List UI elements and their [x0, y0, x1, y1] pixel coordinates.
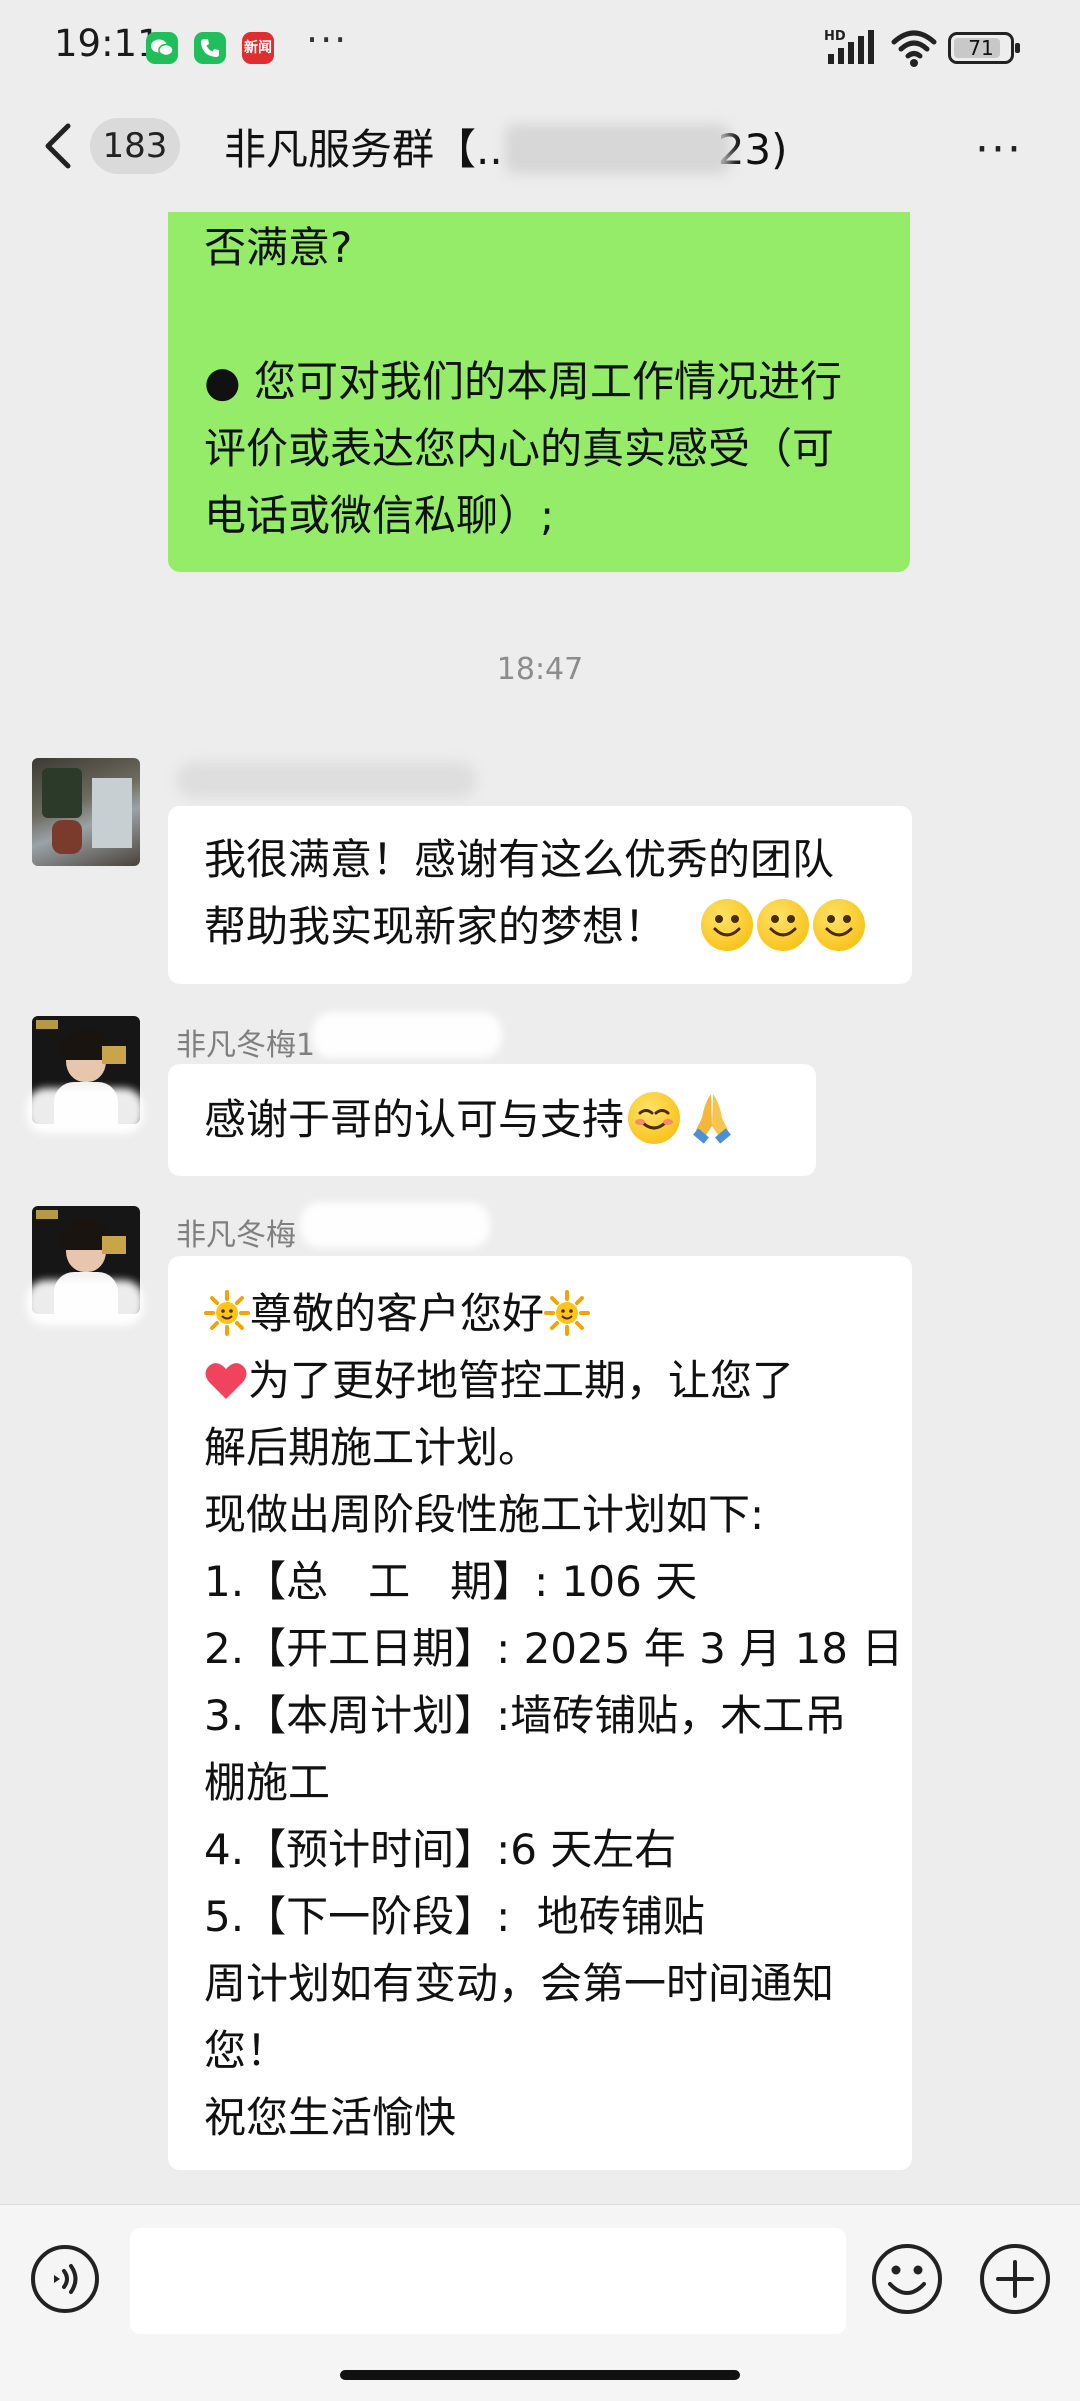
sender-name-redacted [300, 1202, 490, 1248]
message-line: 4.【预计时间】:6 天左右 [204, 1825, 677, 1874]
battery-level: 71 [968, 36, 994, 60]
plus-icon[interactable] [978, 2242, 1052, 2316]
sun-emoji-icon [204, 1290, 250, 1336]
avatar-redaction [26, 1088, 144, 1134]
incoming-message-bubble[interactable]: 尊敬的客户您好 为了更好地管控工期，让您了 解后期施工计划。 现做出周阶段性施工… [168, 1256, 912, 2170]
smile-emoji-icon [757, 899, 810, 951]
home-indicator[interactable] [340, 2370, 740, 2380]
voice-input-icon[interactable] [30, 2244, 100, 2314]
message-line: 1.【总 工 期】: 106 天 [204, 1557, 698, 1606]
outgoing-message-bubble[interactable]: 否满意? ● 您可对我们的本周工作情况进行 评价或表达您内心的真实感受（可 电话… [168, 212, 910, 572]
news-app-icon: 新闻 [242, 32, 274, 64]
sender-name: 非凡冬梅1 [176, 1028, 316, 1063]
battery-icon: 71 [948, 32, 1020, 64]
message-line-with-heart: 为了更好地管控工期，让您了 [204, 1347, 876, 1414]
sender-name-redacted [176, 762, 476, 798]
message-line: 5.【下一阶段】: 地砖铺贴 [204, 1892, 705, 1941]
message-line: 棚施工 [204, 1758, 331, 1807]
wechat-icon [146, 32, 178, 64]
folded-hands-emoji-icon [693, 1094, 731, 1144]
emoji-icon[interactable] [870, 2242, 944, 2316]
chat-title-start: 非凡服务群【.. [224, 125, 503, 174]
title-redaction [505, 124, 730, 174]
message-line: 祝您生活愉快 [204, 2093, 457, 2142]
message-line: 帮助我实现新家的梦想！ [204, 902, 667, 951]
message-line-with-emoji: 帮助我实现新家的梦想！ [204, 893, 876, 960]
heart-emoji-icon [205, 1363, 247, 1399]
status-time: 19:11 [54, 22, 161, 65]
message-line: 否满意? [204, 223, 353, 272]
status-more-icon: ··· [306, 18, 349, 62]
message-line: 现做出周阶段性施工计划如下: [204, 1490, 765, 1539]
message-line-with-emoji: 感谢于哥的认可与支持 [204, 1086, 780, 1153]
message-line: 我很满意！感谢有这么优秀的团队 [204, 835, 835, 884]
message-timestamp: 18:47 [496, 652, 584, 687]
back-arrow-icon[interactable] [40, 120, 76, 172]
incoming-message-bubble[interactable]: 感谢于哥的认可与支持 [168, 1064, 816, 1176]
sender-name-redacted [312, 1012, 502, 1058]
message-line: 您！ [204, 2026, 289, 2075]
message-line: 3.【本周计划】:墙砖铺贴，木工吊 [204, 1691, 847, 1740]
wifi-icon [891, 30, 937, 67]
blush-smile-emoji-icon [628, 1092, 681, 1144]
message-line: 2.【开工日期】: 2025 年 3 月 18 日 [204, 1624, 904, 1673]
smile-emoji-icon [813, 899, 866, 951]
avatar[interactable] [32, 758, 140, 866]
smile-emoji-icon [701, 899, 754, 951]
unread-count-badge[interactable]: 183 [90, 118, 180, 174]
message-line [204, 281, 874, 348]
message-line: 周计划如有变动，会第一时间通知 [204, 1959, 835, 2008]
phone-icon [194, 32, 226, 64]
signal-icon: HD [824, 29, 874, 64]
message-line: 电话或微信私聊）; [204, 491, 555, 540]
hd-label: HD [824, 29, 846, 44]
message-line: 为了更好地管控工期，让您了 [248, 1356, 795, 1405]
sun-emoji-icon [544, 1290, 591, 1336]
message-line: 感谢于哥的认可与支持 [204, 1095, 625, 1144]
greeting-text: 尊敬的客户您好 [250, 1289, 545, 1338]
more-options-icon[interactable]: ··· [975, 124, 1023, 175]
message-line: ● 您可对我们的本周工作情况进行 [204, 357, 842, 406]
message-input[interactable] [130, 2228, 846, 2334]
sender-name: 非凡冬梅 [176, 1218, 296, 1253]
avatar-redaction [26, 1280, 144, 1326]
greeting-line: 尊敬的客户您好 [204, 1280, 876, 1347]
message-line: 评价或表达您内心的真实感受（可 [204, 424, 835, 473]
message-line: 解后期施工计划。 [204, 1423, 541, 1472]
incoming-message-bubble[interactable]: 我很满意！感谢有这么优秀的团队 帮助我实现新家的梦想！ [168, 806, 912, 984]
